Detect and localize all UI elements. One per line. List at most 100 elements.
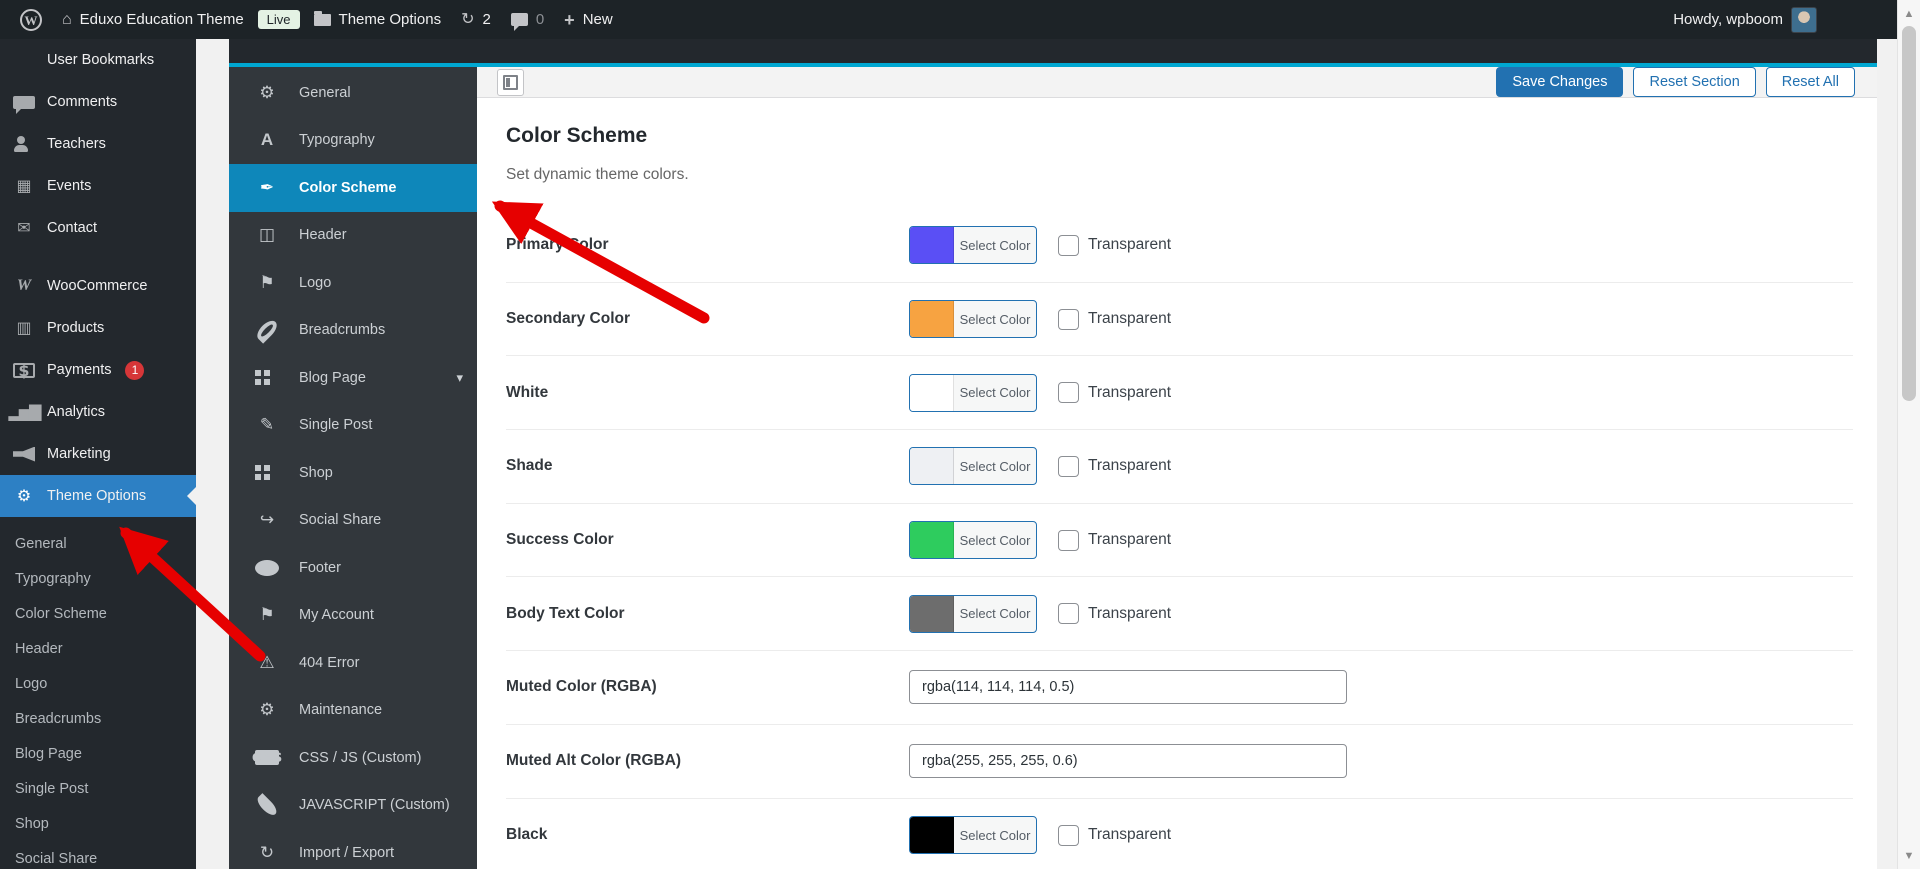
sidebar-item[interactable]: ▦ Events [0, 165, 196, 207]
sidebar-item[interactable]: Comments [0, 81, 196, 123]
browser-scrollbar[interactable]: ▲ ▼ [1897, 0, 1920, 869]
setting-label: Primary Color [506, 236, 609, 254]
transparent-checkbox[interactable]: Transparent [1058, 308, 1171, 330]
rgba-input[interactable] [909, 670, 1347, 705]
howdy-text: Howdy, wpboom [1673, 11, 1783, 28]
checkbox-icon[interactable] [1058, 455, 1079, 477]
transparent-checkbox[interactable]: Transparent [1058, 234, 1171, 256]
panel-menu-item[interactable]: css CSS / JS (Custom) [229, 734, 477, 782]
sidebar-toggle-button[interactable] [497, 68, 524, 96]
brush-icon: ✒ [259, 177, 275, 197]
submenu-item[interactable]: Logo [0, 666, 196, 701]
sidebar-item-label: WooCommerce [47, 278, 148, 294]
panel-menu-item-label: Single Post [299, 417, 373, 434]
wordpress-menu[interactable]: W [10, 0, 52, 39]
checkbox-icon[interactable] [1058, 529, 1079, 551]
sidebar-item[interactable]: ✉ Contact [0, 207, 196, 249]
chevron-down-icon: ▾ [456, 369, 463, 385]
panel-menu-item[interactable]: ↪ Social Share [229, 497, 477, 545]
transparent-checkbox[interactable]: Transparent [1058, 603, 1171, 625]
submenu-item[interactable]: Social Share [0, 841, 196, 869]
panel-menu-item[interactable]: JAVASCRIPT (Custom) [229, 782, 477, 830]
panel-menu-item[interactable]: ⚠ 404 Error [229, 639, 477, 687]
avatar [1791, 6, 1817, 33]
transparent-checkbox[interactable]: Transparent [1058, 382, 1171, 404]
sidebar-item[interactable]: $ Payments 1 [0, 349, 196, 391]
panel-menu-item[interactable]: ⚙ General [229, 69, 477, 117]
submenu-item[interactable]: Blog Page [0, 736, 196, 771]
submenu-item-label: Logo [15, 675, 48, 692]
panel-menu-item[interactable]: Breadcrumbs [229, 307, 477, 355]
menu-separator[interactable] [0, 249, 196, 265]
scrollbar-thumb[interactable] [1902, 26, 1916, 401]
submenu-item[interactable]: Header [0, 631, 196, 666]
sidebar-item[interactable]: ⚙ Theme Options [0, 475, 196, 517]
reset-section-button[interactable]: Reset Section [1633, 67, 1756, 97]
setting-row-secondary-color: Secondary Color Select Color Transparent [506, 283, 1853, 357]
panel-menu-item[interactable]: Shop [229, 449, 477, 497]
checkbox-icon[interactable] [1058, 603, 1079, 625]
submenu-item-label: Social Share [15, 850, 98, 867]
color-picker-button[interactable]: Select Color [909, 594, 1037, 633]
updates-link[interactable]: ↻ 2 [451, 0, 501, 39]
select-color-label: Select Color [959, 311, 1031, 327]
rgba-input[interactable] [909, 744, 1347, 779]
wordpress-icon: W [20, 8, 42, 31]
gear-icon: ⚙ [16, 488, 32, 505]
transparent-checkbox[interactable]: Transparent [1058, 529, 1171, 551]
color-picker-button[interactable]: Select Color [909, 373, 1037, 412]
submenu-item[interactable]: Shop [0, 806, 196, 841]
sidebar-item[interactable]: ▥ Products [0, 307, 196, 349]
setting-row-shade: Shade Select Color Transparent [506, 430, 1853, 504]
pencil-icon: ✎ [259, 415, 275, 435]
checkbox-icon[interactable] [1058, 234, 1079, 256]
panel-menu-item[interactable]: ⚑ My Account [229, 592, 477, 640]
transparent-checkbox[interactable]: Transparent [1058, 824, 1171, 846]
scroll-up-icon[interactable]: ▲ [1898, 5, 1920, 23]
checkbox-icon[interactable] [1058, 382, 1079, 404]
site-link[interactable]: ⌂ Eduxo Education Theme [52, 0, 254, 39]
panel-menu-item[interactable]: ✎ Single Post [229, 402, 477, 450]
panel-menu-item[interactable]: ⚑ Logo [229, 259, 477, 307]
sidebar-item[interactable]: User Bookmarks [0, 39, 196, 81]
submenu-item[interactable]: Color Scheme [0, 596, 196, 631]
panel-menu-item[interactable]: ✒ Color Scheme [229, 164, 477, 212]
panel-menu-item-label: Maintenance [299, 702, 383, 719]
checkbox-icon[interactable] [1058, 824, 1079, 846]
sidebar-item[interactable]: ▂▅▇ Analytics [0, 391, 196, 433]
theme-options-bar-link[interactable]: Theme Options [304, 0, 452, 39]
panel-menu-item[interactable]: ↻ Import / Export [229, 829, 477, 869]
color-picker-button[interactable]: Select Color [909, 447, 1037, 486]
submenu-item[interactable]: Single Post [0, 771, 196, 806]
color-picker-button[interactable]: Select Color [909, 300, 1037, 339]
sidebar-item[interactable]: Marketing [0, 433, 196, 475]
new-content-link[interactable]: + New [554, 0, 623, 39]
comments-link[interactable]: 0 [501, 0, 554, 39]
submenu-item[interactable]: Breadcrumbs [0, 701, 196, 736]
panel-menu-item[interactable]: ⚙ Maintenance [229, 687, 477, 735]
sidebar-item-label: Theme Options [47, 488, 147, 504]
color-picker-button[interactable]: Select Color [909, 226, 1037, 265]
account-menu[interactable]: Howdy, wpboom [1663, 0, 1827, 39]
home-icon: ⌂ [62, 10, 72, 28]
checkbox-label: Transparent [1088, 310, 1171, 328]
transparent-checkbox[interactable]: Transparent [1058, 455, 1171, 477]
sidebar-item[interactable]: Teachers [0, 123, 196, 165]
comment-icon [510, 13, 528, 31]
info-icon: i [255, 559, 279, 576]
panel-menu-item[interactable]: A Typography [229, 117, 477, 165]
submenu-item[interactable]: General [0, 526, 196, 561]
panel-menu-item[interactable]: i Footer [229, 544, 477, 592]
checkbox-icon[interactable] [1058, 308, 1079, 330]
panel-menu-item[interactable]: Blog Page ▾ [229, 354, 477, 402]
setting-label: Success Color [506, 531, 614, 549]
color-picker-button[interactable]: Select Color [909, 816, 1037, 855]
scroll-down-icon[interactable]: ▼ [1898, 847, 1920, 865]
reset-all-button[interactable]: Reset All [1765, 67, 1855, 97]
panel-menu-item[interactable]: ◫ Header [229, 212, 477, 260]
sidebar-item[interactable]: W WooCommerce [0, 265, 196, 307]
save-changes-button[interactable]: Save Changes [1496, 67, 1624, 97]
submenu-item[interactable]: Typography [0, 561, 196, 596]
comment-icon [13, 95, 35, 114]
color-picker-button[interactable]: Select Color [909, 521, 1037, 560]
